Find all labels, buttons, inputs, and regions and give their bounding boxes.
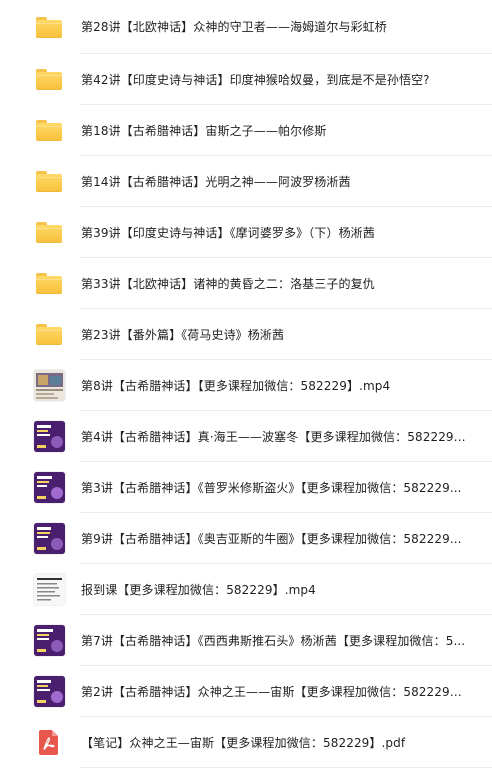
file-name: 第4讲【古希腊神话】真·海王——波塞冬【更多课程加微信：582229】.... — [81, 429, 470, 444]
file-name: 报到课【更多课程加微信：582229】.mp4 — [81, 582, 316, 597]
list-item[interactable]: 第9讲【古希腊神话】《奥吉亚斯的牛圈》【更多课程加微信：582229... — [0, 513, 492, 564]
folder-icon — [33, 11, 65, 43]
list-item[interactable]: 第39讲【印度史诗与神话】《摩诃婆罗多》（下）杨淅茜 — [0, 207, 492, 258]
file-name: 【笔记】众神之王—宙斯【更多课程加微信：582229】.pdf — [81, 735, 406, 750]
file-name: 第9讲【古希腊神话】《奥吉亚斯的牛圈》【更多课程加微信：582229... — [81, 531, 462, 546]
folder-icon — [33, 64, 65, 96]
video-thumbnail-icon — [33, 676, 65, 708]
video-thumbnail-icon — [33, 472, 65, 504]
list-item[interactable]: 第8讲【古希腊神话】【更多课程加微信：582229】.mp4 — [0, 360, 492, 411]
list-item[interactable]: 第2讲【古希腊神话】众神之王——宙斯【更多课程加微信：582229】.... — [0, 666, 492, 717]
video-thumbnail-icon — [33, 370, 65, 402]
list-item[interactable]: 【笔记】众神之王—宙斯【更多课程加微信：582229】.pdf — [0, 717, 492, 768]
file-name: 第39讲【印度史诗与神话】《摩诃婆罗多》（下）杨淅茜 — [81, 225, 375, 240]
file-name: 第42讲【印度史诗与神话】印度神猴哈奴曼，到底是不是孙悟空? — [81, 72, 430, 87]
folder-icon — [33, 217, 65, 249]
file-name: 第18讲【古希腊神话】宙斯之子——帕尔修斯 — [81, 123, 327, 138]
list-item[interactable]: 第3讲【古希腊神话】《普罗米修斯盗火》【更多课程加微信：582229... — [0, 462, 492, 513]
file-name: 第33讲【北欧神话】诸神的黄昏之二：洛基三子的复仇 — [81, 276, 375, 291]
list-item[interactable]: 报到课【更多课程加微信：582229】.mp4 — [0, 564, 492, 615]
list-item[interactable]: 第42讲【印度史诗与神话】印度神猴哈奴曼，到底是不是孙悟空? — [0, 54, 492, 105]
list-item[interactable]: 第23讲【番外篇】《荷马史诗》杨淅茜 — [0, 309, 492, 360]
folder-icon — [33, 166, 65, 198]
list-item[interactable]: 第18讲【古希腊神话】宙斯之子——帕尔修斯 — [0, 105, 492, 156]
folder-icon — [33, 268, 65, 300]
folder-icon — [33, 319, 65, 351]
video-thumbnail-icon — [33, 523, 65, 555]
list-item[interactable]: 第4讲【古希腊神话】真·海王——波塞冬【更多课程加微信：582229】.... — [0, 411, 492, 462]
video-thumbnail-icon — [33, 625, 65, 657]
list-item[interactable]: 第33讲【北欧神话】诸神的黄昏之二：洛基三子的复仇 — [0, 258, 492, 309]
list-item[interactable]: 第14讲【古希腊神话】光明之神——阿波罗杨淅茜 — [0, 156, 492, 207]
list-item[interactable]: 第7讲【古希腊神话】《西西弗斯推石头》杨淅茜【更多课程加微信：5... — [0, 615, 492, 666]
pdf-icon — [33, 727, 65, 759]
file-name: 第3讲【古希腊神话】《普罗米修斯盗火》【更多课程加微信：582229... — [81, 480, 462, 495]
file-name: 第23讲【番外篇】《荷马史诗》杨淅茜 — [81, 327, 285, 342]
file-name: 第28讲【北欧神话】众神的守卫者——海姆道尔与彩虹桥 — [81, 20, 387, 34]
video-thumbnail-icon — [33, 421, 65, 453]
file-name: 第2讲【古希腊神话】众神之王——宙斯【更多课程加微信：582229】.... — [81, 684, 470, 699]
file-name: 第7讲【古希腊神话】《西西弗斯推石头》杨淅茜【更多课程加微信：5... — [81, 633, 466, 648]
video-thumbnail-icon — [33, 574, 65, 606]
file-name: 第8讲【古希腊神话】【更多课程加微信：582229】.mp4 — [81, 378, 391, 393]
list-item[interactable]: 第28讲【北欧神话】众神的守卫者——海姆道尔与彩虹桥 — [0, 0, 492, 54]
file-name: 第14讲【古希腊神话】光明之神——阿波罗杨淅茜 — [81, 174, 351, 189]
folder-icon — [33, 115, 65, 147]
file-list: 第28讲【北欧神话】众神的守卫者——海姆道尔与彩虹桥 第42讲【印度史诗与神话】… — [0, 0, 492, 768]
